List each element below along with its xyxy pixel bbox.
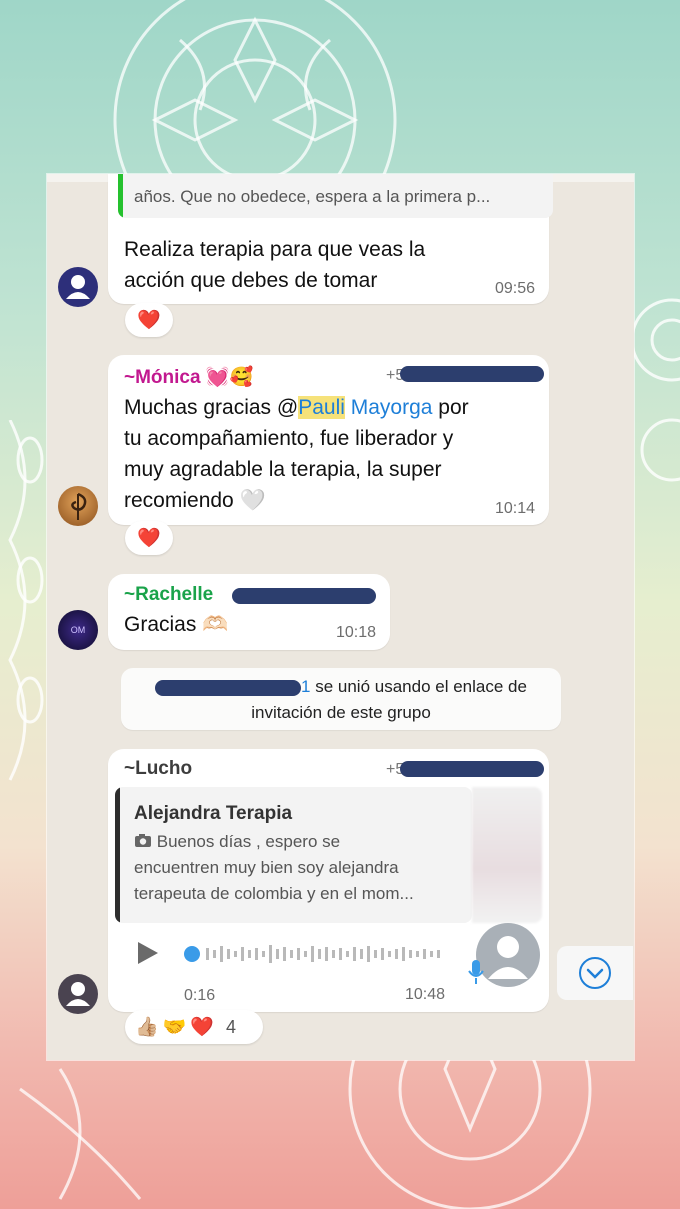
message-bubble[interactable]: ~Mónica 💓🥰 +5 Muchas gracias @Pauli Mayo… <box>108 355 549 525</box>
sender-name[interactable]: ~Lucho <box>124 758 192 780</box>
message-time: 09:56 <box>494 280 535 297</box>
quote-bar <box>115 787 120 923</box>
mic-indicator <box>468 959 484 990</box>
joined-phone[interactable]: 1 <box>301 677 310 696</box>
spiral-logo-icon <box>71 492 87 520</box>
message-text-line: muy agradable la terapia, la super <box>124 458 442 481</box>
quoted-sender: Alejandra Terapia <box>134 803 293 824</box>
user-icon <box>66 982 90 1006</box>
avatar[interactable]: OM <box>58 610 98 650</box>
message-time: 10:14 <box>494 500 535 517</box>
phone-redaction <box>155 679 302 696</box>
background-mandala-top <box>113 0 397 200</box>
message-text: Gracias 🫶🏻 <box>124 613 229 636</box>
quoted-text: años. Que no obedece, espera a la primer… <box>134 187 491 206</box>
background-mandala-right <box>632 298 680 482</box>
system-line: 1 se unió usando el enlace de <box>121 674 561 700</box>
audio-duration: 0:16 <box>184 987 216 1004</box>
avatar[interactable] <box>58 267 98 307</box>
avatar[interactable] <box>58 974 98 1014</box>
message-text: Muchas gracias @ <box>124 396 299 419</box>
scroll-to-bottom-button[interactable] <box>557 946 633 1000</box>
quoted-message[interactable]: años. Que no obedece, espera a la primer… <box>118 174 553 218</box>
message-text-line: acción que debes de tomar <box>124 269 378 292</box>
mic-icon <box>468 960 484 984</box>
quoted-thumbnail[interactable] <box>472 787 542 923</box>
mention-highlight[interactable]: Pauli <box>298 396 345 419</box>
quoted-line: Buenos días , espero se <box>134 832 340 852</box>
play-icon <box>138 942 158 964</box>
message-time: 10:48 <box>405 986 446 1003</box>
camera-icon <box>135 834 151 847</box>
avatar[interactable] <box>58 486 98 526</box>
message-text: por <box>432 396 469 419</box>
message-bubble[interactable]: ~Rachelle Gracias 🫶🏻 10:18 <box>108 574 390 650</box>
play-button[interactable] <box>134 940 160 971</box>
system-message: 1 se unió usando el enlace de invitación… <box>121 668 561 730</box>
phone-redaction <box>232 588 376 604</box>
quote-bar <box>118 174 123 218</box>
reaction-pill[interactable]: 👍🏼🤝❤️ 4 <box>125 1010 263 1044</box>
message-text-line: Muchas gracias @Pauli Mayorga por <box>124 392 469 423</box>
message-bubble[interactable]: ~Lucho +5 Alejandra Terapia Buenos días … <box>108 749 549 1012</box>
avatar-initials: OM <box>70 625 86 635</box>
message-time: 10:18 <box>335 624 376 641</box>
message-text-line: Realiza terapia para que veas la <box>124 238 426 261</box>
chat-window[interactable]: años. Que no obedece, espera a la primer… <box>47 174 634 1060</box>
quoted-text: Buenos días , espero se <box>156 832 341 851</box>
phone-redaction <box>400 366 544 382</box>
quoted-line: terapeuta de colombia y en el mom... <box>134 884 414 903</box>
reaction-pill[interactable]: ❤️ <box>125 303 173 337</box>
waveform-graphic <box>184 945 440 963</box>
sender-name[interactable]: ~Rachelle <box>124 584 213 606</box>
reaction-count: 4 <box>225 1016 236 1037</box>
user-icon <box>488 936 528 979</box>
message-text-line: tu acompañamiento, fue liberador y <box>124 427 454 450</box>
sender-name[interactable]: ~Mónica 💓🥰 <box>124 365 253 389</box>
reaction-emojis: 👍🏼🤝❤️ <box>135 1017 218 1038</box>
message-text-line: recomiendo 🤍 <box>124 489 266 512</box>
user-icon <box>66 275 90 299</box>
message-bubble[interactable]: años. Que no obedece, espera a la primer… <box>108 174 553 304</box>
mention-rest[interactable]: Mayorga <box>345 396 433 419</box>
system-text: se unió usando el enlace de <box>310 677 527 696</box>
chevron-down-icon <box>579 957 611 989</box>
audio-waveform[interactable] <box>182 941 452 967</box>
quoted-message[interactable]: Alejandra Terapia Buenos días , espero s… <box>115 787 472 923</box>
background-mandala-bottom <box>19 1049 592 1209</box>
reaction-pill[interactable]: ❤️ <box>125 521 173 555</box>
quoted-line: encuentren muy bien soy alejandra <box>134 858 399 877</box>
sender-avatar-in-voice[interactable] <box>476 923 540 987</box>
system-line: invitación de este grupo <box>251 703 431 722</box>
phone-redaction <box>400 761 544 777</box>
